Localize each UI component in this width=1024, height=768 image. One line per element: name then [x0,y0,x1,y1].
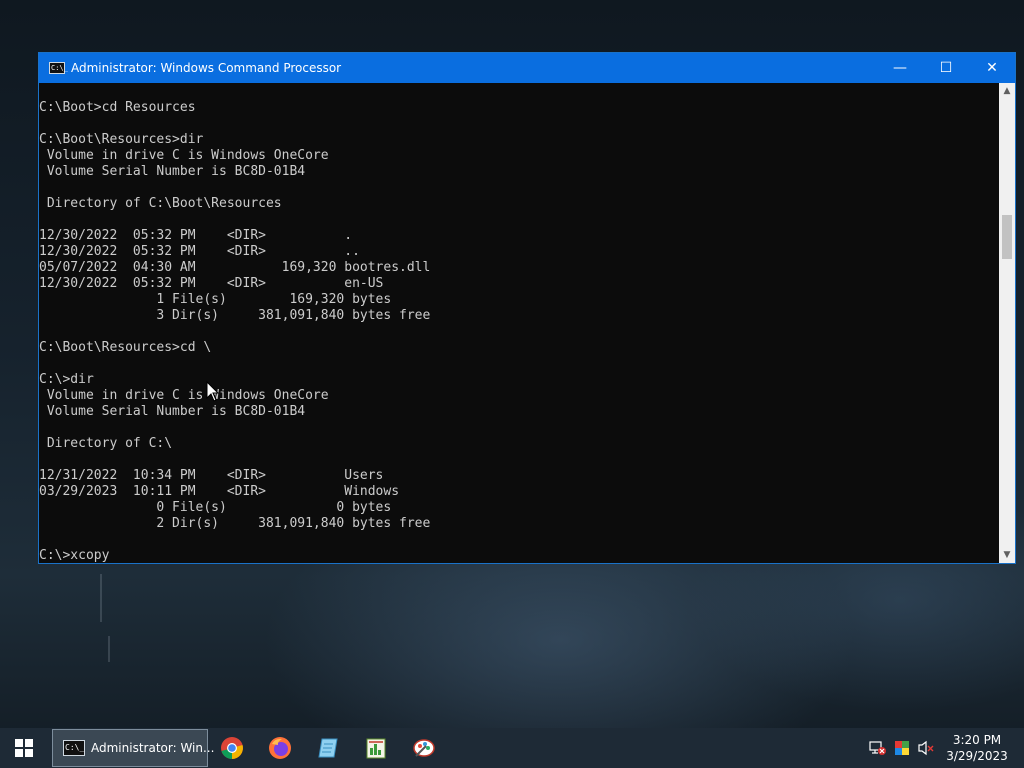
minimize-button[interactable]: — [877,53,923,83]
desktop-decoration [100,574,102,622]
tray-volume[interactable] [914,728,938,768]
console-line: Volume Serial Number is BC8D-01B4 [39,164,306,179]
console-line: 0 File(s) 0 bytes [39,500,392,515]
cmd-app-icon: C:\_ [49,62,68,74]
paint-icon [413,739,435,757]
system-tray: 3:20 PM 3/29/2023 [866,728,1024,768]
clock-date: 3/29/2023 [946,749,1008,763]
maximize-button[interactable]: ☐ [923,53,969,83]
spreadsheet-icon [366,738,386,759]
vertical-scrollbar[interactable]: ▲ ▼ [999,83,1015,563]
console-line: 12/30/2022 05:32 PM <DIR> en-US [39,276,384,291]
console-line: Directory of C:\ [39,436,173,451]
console-line: 3 Dir(s) 381,091,840 bytes free [39,308,431,323]
clock-time: 3:20 PM [952,733,1002,747]
mouse-cursor-icon [206,381,220,402]
window-title: Administrator: Windows Command Processor [71,61,342,75]
console-line: 12/31/2022 10:34 PM <DIR> Users [39,468,384,483]
desktop-decoration [108,636,110,662]
network-disconnected-icon [869,741,886,755]
console-line: 05/07/2022 04:30 AM 169,320 bootres.dll [39,260,431,275]
command-prompt-window[interactable]: C:\_ Administrator: Windows Command Proc… [38,52,1016,564]
console-output[interactable]: C:\Boot>cd Resources C:\Boot\Resources>di… [39,83,999,563]
taskbar-item-command-prompt[interactable]: C:\_ Administrator: Win... [52,729,214,767]
cmd-app-icon: C:\_ [63,740,85,756]
tray-display[interactable] [890,728,914,768]
system-clock[interactable]: 3:20 PM 3/29/2023 [938,728,1016,768]
console-line: C:\Boot\Resources>dir [39,132,204,147]
scroll-down-arrow[interactable]: ▼ [999,547,1015,563]
console-line: Volume Serial Number is BC8D-01B4 [39,404,306,419]
start-button[interactable] [0,728,48,768]
scroll-up-arrow[interactable]: ▲ [999,83,1015,99]
taskbar-pin-chrome[interactable] [208,728,256,768]
console-line: C:\>dir [39,372,94,387]
scroll-thumb[interactable] [1002,215,1012,259]
volume-muted-icon [918,740,934,756]
console-line: Directory of C:\Boot\Resources [39,196,282,211]
taskbar-pin-firefox[interactable] [256,728,304,768]
window-controls: — ☐ ✕ [877,53,1015,83]
notepad-icon [318,738,338,758]
taskbar-pin-spreadsheet[interactable] [352,728,400,768]
console-line: 1 File(s) 169,320 bytes [39,292,392,307]
taskbar-pin-paint[interactable] [400,728,448,768]
title-bar[interactable]: C:\_ Administrator: Windows Command Proc… [39,53,1015,83]
windows-logo-icon [15,739,33,757]
color-display-icon [895,741,909,755]
console-line: Volume in drive C is Windows OneCore [39,388,329,403]
console-line: C:\Boot\Resources>cd \ [39,340,212,355]
console-line: 2 Dir(s) 381,091,840 bytes free [39,516,431,531]
console-line: C:\>xcopy [39,548,110,563]
console-line: Volume in drive C is Windows OneCore [39,148,329,163]
taskbar: C:\_ Administrator: Win... 3:20 PM 3/29/… [0,728,1024,768]
tray-network[interactable] [866,728,890,768]
chrome-icon [221,737,243,759]
close-button[interactable]: ✕ [969,53,1015,83]
console-line: C:\Boot>cd Resources [39,100,196,115]
taskbar-pin-notepad[interactable] [304,728,352,768]
taskbar-item-label: Administrator: Win... [91,741,215,755]
console-line: 12/30/2022 05:32 PM <DIR> . [39,228,353,243]
console-line: 12/30/2022 05:32 PM <DIR> .. [39,244,360,259]
console-line: 03/29/2023 10:11 PM <DIR> Windows [39,484,400,499]
firefox-icon [269,737,291,759]
